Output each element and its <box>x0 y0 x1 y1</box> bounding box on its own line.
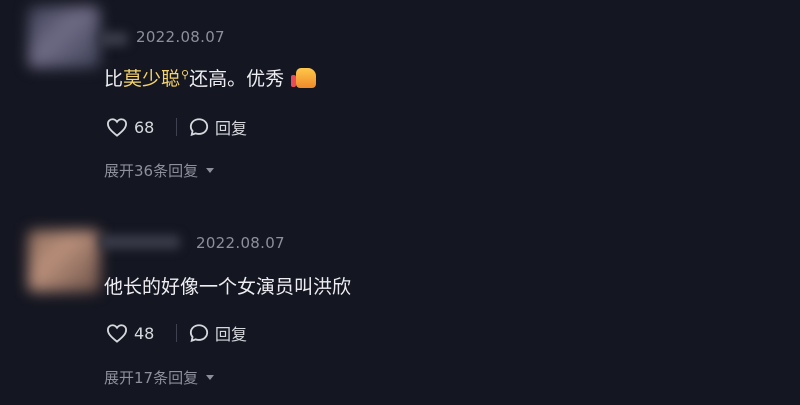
comment-date: 2022.08.07 <box>136 28 225 46</box>
expand-replies-button[interactable]: 展开17条回复 <box>104 367 215 388</box>
search-icon[interactable]: ⚲ <box>181 68 189 81</box>
divider <box>176 118 177 136</box>
comment-text-prefix: 比 <box>104 68 124 90</box>
caret-down-icon <box>206 375 215 380</box>
comment-actions: 48 回复 <box>106 321 247 345</box>
username-redacted[interactable] <box>98 32 128 46</box>
comment-actions: 68 回复 <box>106 115 247 139</box>
reply-button[interactable]: 回复 <box>215 321 247 345</box>
heart-icon[interactable] <box>106 117 128 137</box>
username-redacted[interactable] <box>100 235 180 249</box>
expand-replies-label: 展开17条回复 <box>104 369 199 387</box>
thumbs-up-icon <box>291 68 317 88</box>
comment-text: 比莫少聪⚲还高。优秀 <box>104 64 317 91</box>
like-count: 48 <box>134 323 155 343</box>
avatar[interactable] <box>28 230 100 292</box>
expand-replies-button[interactable]: 展开36条回复 <box>104 160 215 181</box>
mention-link[interactable]: 莫少聪 <box>123 68 180 90</box>
like-count: 68 <box>134 117 155 137</box>
reply-button[interactable]: 回复 <box>215 115 247 139</box>
reply-bubble-icon[interactable] <box>189 117 209 137</box>
divider <box>176 324 177 342</box>
comment-text: 他长的好像一个女演员叫洪欣 <box>104 276 352 298</box>
expand-replies-label: 展开36条回复 <box>104 162 199 180</box>
caret-down-icon <box>206 168 215 173</box>
comment-date: 2022.08.07 <box>196 234 285 252</box>
reply-bubble-icon[interactable] <box>189 323 209 343</box>
avatar[interactable] <box>28 6 100 68</box>
heart-icon[interactable] <box>106 323 128 343</box>
comment-text-suffix: 还高。优秀 <box>189 68 285 90</box>
